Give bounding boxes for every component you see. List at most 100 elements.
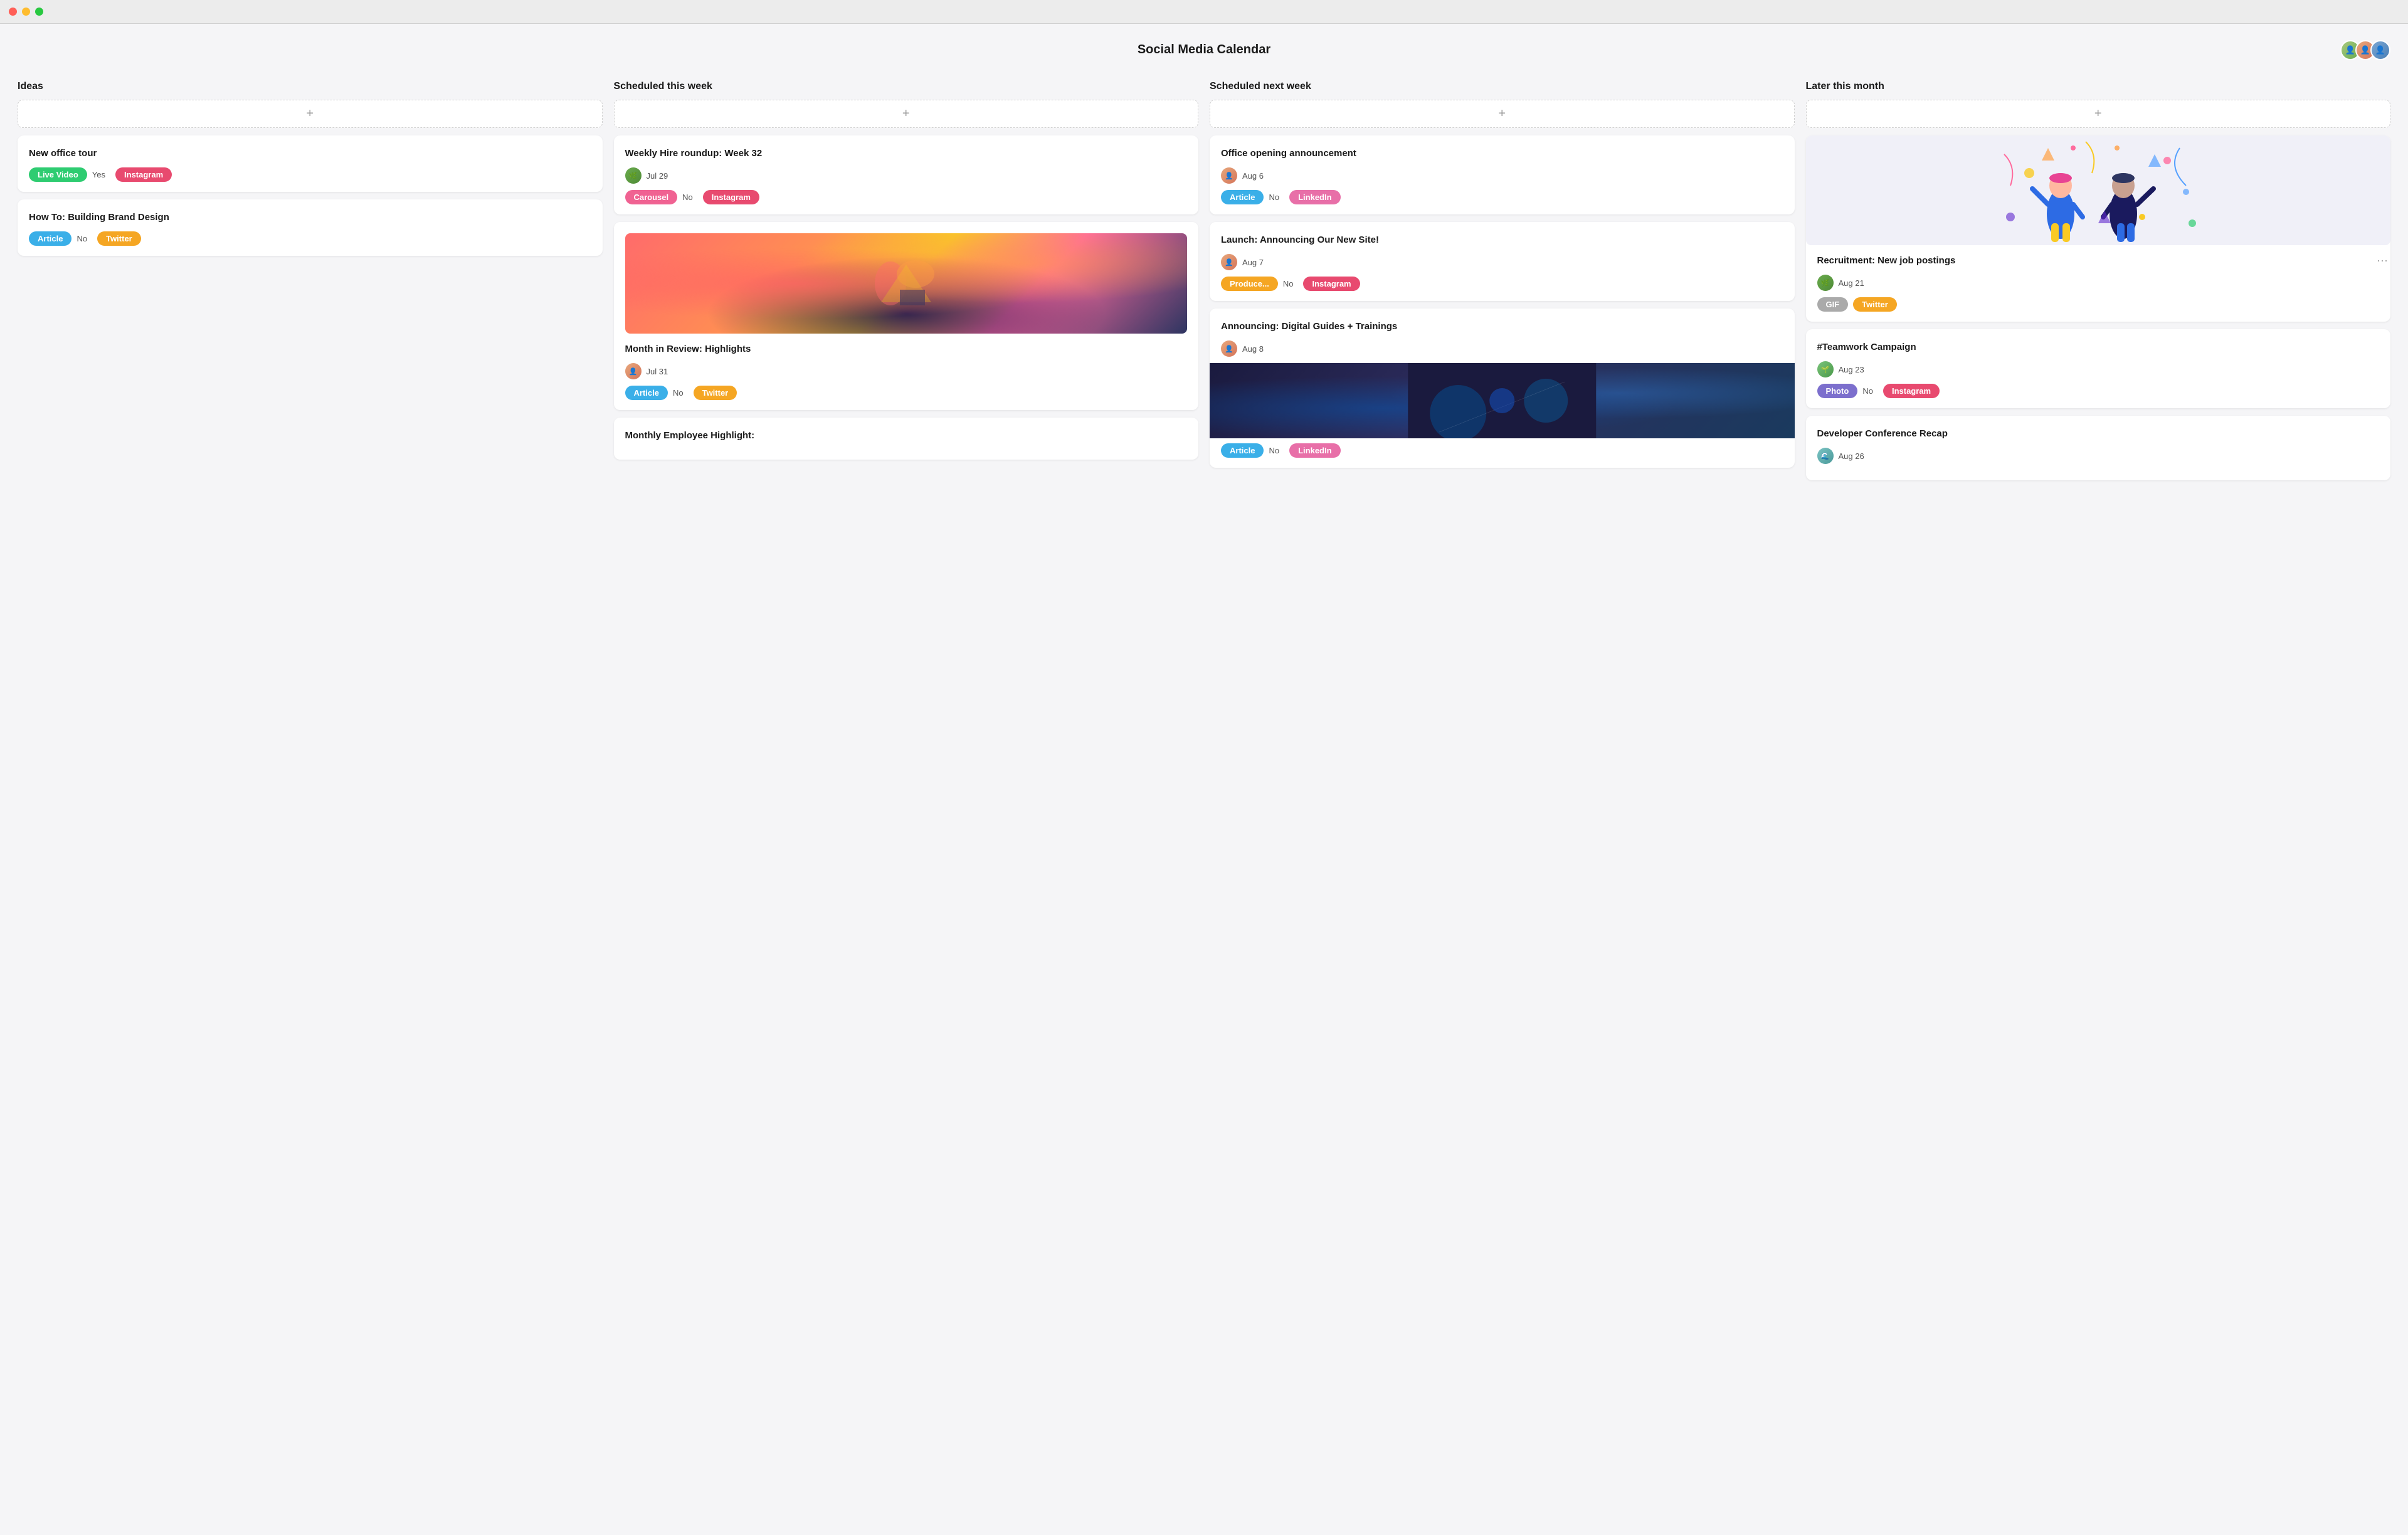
card-tags-digital-guides: Article No LinkedIn bbox=[1221, 443, 1783, 458]
card-teamwork-campaign: #Teamwork Campaign 🌱 Aug 23 Photo No Ins… bbox=[1806, 329, 2391, 408]
card-title-office-opening: Office opening announcement bbox=[1221, 147, 1783, 160]
card-meta-teamwork: 🌱 Aug 23 bbox=[1817, 361, 2380, 377]
titlebar bbox=[0, 0, 2408, 24]
card-office-opening-announcement: Office opening announcement 👤 Aug 6 Arti… bbox=[1210, 135, 1795, 214]
maximize-button[interactable] bbox=[35, 8, 43, 16]
card-weekly-hire-roundup: Weekly Hire roundup: Week 32 🌿 Jul 29 Ca… bbox=[614, 135, 1199, 214]
card-tags-launch-new-site: Produce... No Instagram bbox=[1221, 277, 1783, 291]
card-meta-month-review: 👤 Jul 31 bbox=[625, 363, 1188, 379]
avatar-teamwork: 🌱 bbox=[1817, 361, 1834, 377]
header: Social Media Calendar 👤 👤 👤 bbox=[18, 36, 2390, 63]
card-new-office-tour: New office tour Live Video Yes Instagram bbox=[18, 135, 603, 192]
date-developer-conference: Aug 26 bbox=[1839, 451, 1864, 461]
card-title-developer-conference: Developer Conference Recap bbox=[1817, 427, 2380, 440]
add-card-ideas[interactable]: + bbox=[18, 100, 603, 128]
app-container: Social Media Calendar 👤 👤 👤 Ideas + New … bbox=[0, 24, 2408, 1535]
card-monthly-employee-highlight: Monthly Employee Highlight: bbox=[614, 418, 1199, 460]
card-meta-office-opening: 👤 Aug 6 bbox=[1221, 167, 1783, 184]
column-ideas: Ideas + New office tour Live Video Yes I… bbox=[18, 81, 603, 263]
minimize-button[interactable] bbox=[22, 8, 30, 16]
add-card-scheduled-this-week[interactable]: + bbox=[614, 100, 1199, 128]
tag-carousel[interactable]: Carousel bbox=[625, 190, 678, 204]
column-header-scheduled-next-week: Scheduled next week bbox=[1210, 81, 1795, 92]
tag-instagram-office-tour[interactable]: Instagram bbox=[115, 167, 172, 182]
avatar-user-3[interactable]: 👤 bbox=[2370, 40, 2390, 60]
tag-article-brand[interactable]: Article bbox=[29, 231, 71, 246]
tag-value-no-teamwork: No bbox=[1862, 386, 1873, 396]
column-later-this-month: Later this month + bbox=[1806, 81, 2391, 488]
add-card-scheduled-next-week[interactable]: + bbox=[1210, 100, 1795, 128]
tag-value-yes: Yes bbox=[92, 170, 105, 179]
column-header-scheduled-this-week: Scheduled this week bbox=[614, 81, 1199, 92]
tag-twitter-recruitment[interactable]: Twitter bbox=[1853, 297, 1897, 312]
card-tags-weekly-hire: Carousel No Instagram bbox=[625, 190, 1188, 204]
tag-value-no-month: No bbox=[673, 388, 684, 398]
avatar-group: 👤 👤 👤 bbox=[2340, 40, 2390, 60]
card-title-building-brand-design: How To: Building Brand Design bbox=[29, 211, 591, 224]
avatar-month-review: 👤 bbox=[625, 363, 642, 379]
illustration-recruitment bbox=[1806, 135, 2391, 245]
card-tags-building-brand-design: Article No Twitter bbox=[29, 231, 591, 246]
card-tags-new-office-tour: Live Video Yes Instagram bbox=[29, 167, 591, 182]
date-recruitment: Aug 21 bbox=[1839, 278, 1864, 288]
avatar-digital-guides: 👤 bbox=[1221, 340, 1237, 357]
more-options-recruitment[interactable]: ··· bbox=[2374, 254, 2390, 267]
tag-live-video[interactable]: Live Video bbox=[29, 167, 87, 182]
avatar-office-opening: 👤 bbox=[1221, 167, 1237, 184]
tag-gif-recruitment[interactable]: GIF bbox=[1817, 297, 1849, 312]
avatar-launch-new-site: 👤 bbox=[1221, 254, 1237, 270]
tag-value-no-digital: No bbox=[1269, 446, 1279, 455]
card-image-digital-guides bbox=[1210, 363, 1795, 438]
card-meta-digital-guides: 👤 Aug 8 bbox=[1221, 340, 1783, 357]
card-tags-teamwork: Photo No Instagram bbox=[1817, 384, 2380, 398]
card-title-weekly-hire-roundup: Weekly Hire roundup: Week 32 bbox=[625, 147, 1188, 160]
dark-image bbox=[1210, 363, 1795, 438]
add-card-later-this-month[interactable]: + bbox=[1806, 100, 2391, 128]
tag-linkedin-office-opening[interactable]: LinkedIn bbox=[1289, 190, 1340, 204]
column-header-ideas: Ideas bbox=[18, 81, 603, 92]
card-image-month-in-review bbox=[625, 233, 1188, 334]
board: Ideas + New office tour Live Video Yes I… bbox=[18, 81, 2390, 488]
card-tags-recruitment: GIF Twitter bbox=[1817, 297, 2380, 312]
tag-value-no-office-opening: No bbox=[1269, 193, 1279, 202]
card-month-in-review: Month in Review: Highlights 👤 Jul 31 Art… bbox=[614, 222, 1199, 410]
tag-article-office-opening[interactable]: Article bbox=[1221, 190, 1264, 204]
tag-photo-teamwork[interactable]: Photo bbox=[1817, 384, 1858, 398]
tag-linkedin-digital[interactable]: LinkedIn bbox=[1289, 443, 1340, 458]
card-launch-new-site: Launch: Announcing Our New Site! 👤 Aug 7… bbox=[1210, 222, 1795, 301]
tag-article-month[interactable]: Article bbox=[625, 386, 668, 400]
card-title-new-office-tour: New office tour bbox=[29, 147, 591, 160]
close-button[interactable] bbox=[9, 8, 17, 16]
tag-value-no-launch: No bbox=[1283, 279, 1294, 288]
date-digital-guides: Aug 8 bbox=[1242, 344, 1264, 354]
card-tags-month-review: Article No Twitter bbox=[625, 386, 1188, 400]
card-title-teamwork: #Teamwork Campaign bbox=[1817, 340, 2380, 354]
tag-produce-launch[interactable]: Produce... bbox=[1221, 277, 1278, 291]
tag-instagram-teamwork[interactable]: Instagram bbox=[1883, 384, 1940, 398]
avatar-weekly-hire: 🌿 bbox=[625, 167, 642, 184]
date-office-opening: Aug 6 bbox=[1242, 171, 1264, 181]
tag-twitter-brand[interactable]: Twitter bbox=[97, 231, 141, 246]
date-month-review: Jul 31 bbox=[647, 367, 668, 376]
card-content-recruitment: Recruitment: New job postings ··· 🌿 Aug … bbox=[1806, 254, 2391, 322]
card-title-digital-guides: Announcing: Digital Guides + Trainings bbox=[1221, 320, 1783, 333]
tag-article-digital[interactable]: Article bbox=[1221, 443, 1264, 458]
column-scheduled-next-week: Scheduled next week + Office opening ann… bbox=[1210, 81, 1795, 475]
card-title-monthly-employee: Monthly Employee Highlight: bbox=[625, 429, 1188, 442]
column-header-later-this-month: Later this month bbox=[1806, 81, 2391, 92]
card-tags-office-opening: Article No LinkedIn bbox=[1221, 190, 1783, 204]
date-teamwork: Aug 23 bbox=[1839, 365, 1864, 374]
card-title-launch-new-site: Launch: Announcing Our New Site! bbox=[1221, 233, 1783, 246]
column-scheduled-this-week: Scheduled this week + Weekly Hire roundu… bbox=[614, 81, 1199, 467]
tag-instagram-launch[interactable]: Instagram bbox=[1303, 277, 1360, 291]
avatar-developer-conference: 🌊 bbox=[1817, 448, 1834, 464]
page-title: Social Media Calendar bbox=[1138, 43, 1270, 57]
card-digital-guides: Announcing: Digital Guides + Trainings 👤… bbox=[1210, 309, 1795, 468]
card-meta-weekly-hire: 🌿 Jul 29 bbox=[625, 167, 1188, 184]
card-meta-developer-conference: 🌊 Aug 26 bbox=[1817, 448, 2380, 464]
tag-twitter-month[interactable]: Twitter bbox=[694, 386, 737, 400]
tag-instagram-weekly[interactable]: Instagram bbox=[703, 190, 759, 204]
card-recruitment-new-job-postings: Recruitment: New job postings ··· 🌿 Aug … bbox=[1806, 135, 2391, 322]
tag-value-no-brand: No bbox=[77, 234, 87, 243]
card-meta-launch-new-site: 👤 Aug 7 bbox=[1221, 254, 1783, 270]
